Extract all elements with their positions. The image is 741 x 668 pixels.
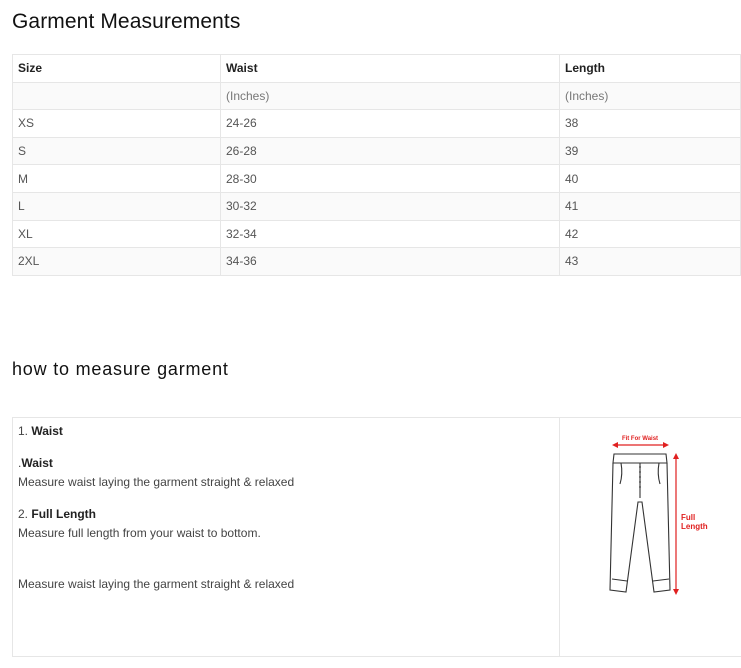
cell-length: 39	[559, 136, 741, 166]
heading-label: Waist	[21, 456, 53, 470]
cell-size: M	[12, 164, 221, 193]
units-size	[12, 81, 221, 111]
units-length: (Inches)	[559, 81, 741, 111]
cell-length: 40	[559, 164, 741, 193]
cell-waist: 28-30	[220, 164, 560, 193]
cell-waist: 26-28	[220, 136, 560, 166]
header-waist: Waist	[220, 54, 560, 83]
table-units-row: (Inches) (Inches)	[12, 81, 741, 111]
table-row: XS 24-26 38	[12, 109, 741, 138]
units-waist: (Inches)	[220, 81, 560, 111]
extra-description: Measure waist laying the garment straigh…	[18, 577, 295, 591]
section-title: how to measure garment	[12, 359, 229, 379]
cell-size: XS	[12, 109, 221, 138]
item-number: 2.	[18, 507, 29, 521]
cell-size: XL	[12, 219, 221, 249]
table-row: XL 32-34 42	[12, 219, 741, 249]
table-row: L 30-32 41	[12, 191, 741, 221]
size-chart-table: Size Waist Length (Inches) (Inches) XS 2…	[12, 54, 741, 276]
pants-measurement-diagram: Fit For Waist Full Length	[560, 418, 741, 656]
waist-heading: .Waist	[18, 456, 53, 470]
instruction-item-length: 2. Full Length	[18, 507, 96, 521]
cell-length: 38	[559, 109, 741, 138]
cell-length: 43	[559, 247, 741, 276]
table-row: M 28-30 40	[12, 164, 741, 193]
cell-length: 42	[559, 219, 741, 249]
cell-waist: 30-32	[220, 191, 560, 221]
header-size: Size	[12, 54, 221, 83]
length-arrow	[673, 453, 679, 595]
cell-waist: 32-34	[220, 219, 560, 249]
item-label: Waist	[31, 424, 63, 438]
how-to-measure-box: 1. Waist .Waist Measure waist laying the…	[12, 417, 741, 657]
cell-length: 41	[559, 191, 741, 221]
pants-diagram-svg: Fit For Waist Full Length	[609, 436, 708, 595]
pants-outline	[609, 453, 671, 593]
waist-arrow	[612, 442, 669, 448]
waist-description: Measure waist laying the garment straigh…	[18, 475, 295, 489]
length-label-line1: Full	[681, 513, 695, 522]
item-number: 1.	[18, 424, 29, 438]
waist-label: Fit For Waist	[622, 436, 658, 442]
cell-waist: 24-26	[220, 109, 560, 138]
page-title: Garment Measurements	[12, 10, 241, 33]
length-label-line2: Length	[681, 522, 708, 531]
item-label: Full Length	[31, 507, 97, 521]
length-description: Measure full length from your waist to b…	[18, 526, 261, 540]
cell-size: S	[12, 136, 221, 166]
cell-waist: 34-36	[220, 247, 560, 276]
table-row: 2XL 34-36 43	[12, 247, 741, 276]
instructions-panel: 1. Waist .Waist Measure waist laying the…	[13, 418, 560, 656]
table-header-row: Size Waist Length	[12, 54, 741, 83]
table-row: S 26-28 39	[12, 136, 741, 166]
instruction-item-waist: 1. Waist	[18, 424, 63, 438]
cell-size: 2XL	[12, 247, 221, 276]
cell-size: L	[12, 191, 221, 221]
header-length: Length	[559, 54, 741, 83]
